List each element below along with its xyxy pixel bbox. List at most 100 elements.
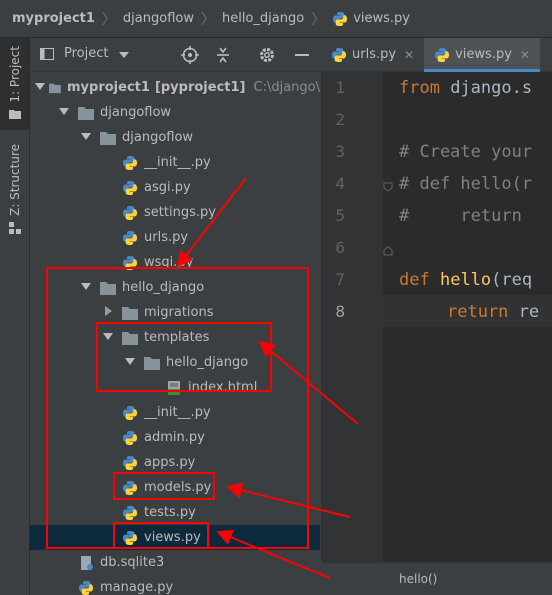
python-file-icon	[123, 155, 137, 170]
code-line: # def hello(r	[399, 174, 533, 194]
locate-file-icon[interactable]	[180, 45, 200, 65]
chevron-right-icon[interactable]	[102, 305, 114, 317]
tree-item[interactable]: admin.py	[30, 425, 320, 450]
tree-item-label: apps.py	[144, 455, 196, 470]
tree-item-label: myproject1	[67, 80, 150, 95]
collapse-all-icon[interactable]	[213, 45, 233, 65]
tree-item[interactable]: models.py	[30, 475, 320, 500]
tree-item[interactable]: apps.py	[30, 450, 320, 475]
python-file-icon	[123, 180, 137, 195]
tree-item[interactable]: tests.py	[30, 500, 320, 525]
python-file-icon	[435, 47, 450, 62]
current-function-label[interactable]: hello()	[399, 572, 437, 586]
tree-item-label: admin.py	[144, 430, 205, 445]
chevron-down-icon[interactable]	[119, 52, 129, 58]
line-number: 6	[335, 238, 345, 257]
line-number: 4	[335, 174, 345, 193]
database-icon	[81, 555, 93, 570]
tree-item[interactable]: djangoflow	[30, 100, 320, 125]
tree-item[interactable]: djangoflow	[30, 125, 320, 150]
tree-item[interactable]: hello_django	[30, 275, 320, 300]
folder-icon	[100, 281, 116, 295]
folder-icon	[122, 331, 138, 345]
python-file-icon	[123, 230, 137, 245]
folder-icon	[122, 306, 138, 320]
hide-panel-icon[interactable]	[292, 45, 312, 65]
tab-label: urls.py	[352, 47, 397, 62]
folder-icon	[49, 83, 62, 93]
python-file-icon	[332, 47, 346, 62]
code-line: from django.s	[399, 78, 533, 98]
editor-tabs: urls.py ✕ views.py ✕	[321, 38, 552, 72]
project-tree[interactable]: myproject1 [pyproject1] C:\django\ djangofl…	[30, 72, 320, 595]
tree-item[interactable]: __init__.py	[30, 400, 320, 425]
code-line: # Create your	[399, 142, 533, 162]
python-file-icon	[123, 480, 137, 495]
chevron-down-icon[interactable]	[102, 330, 114, 342]
chevron-down-icon[interactable]	[124, 355, 136, 367]
tree-item-label: tests.py	[144, 505, 196, 520]
folder-icon	[78, 106, 94, 120]
tree-item[interactable]: __init__.py	[30, 150, 320, 175]
tab-views-py[interactable]: views.py ✕	[424, 38, 540, 72]
tree-item-label: migrations	[144, 305, 214, 320]
breadcrumb-views-py[interactable]: views.py	[353, 11, 410, 26]
chevron-down-icon[interactable]	[80, 280, 92, 292]
tree-item[interactable]: templates	[30, 325, 320, 350]
breadcrumb-status-bar: hello()	[321, 562, 552, 595]
tree-item[interactable]: wsgi.py	[30, 250, 320, 275]
gear-icon[interactable]	[257, 45, 277, 65]
tree-item-label: templates	[144, 330, 210, 345]
project-tool-tab[interactable]: 1: Project	[0, 38, 30, 130]
python-file-icon	[123, 255, 137, 270]
tree-item-label: index.html	[188, 380, 258, 395]
tree-item[interactable]: db.sqlite3	[30, 550, 320, 575]
chevron-down-icon[interactable]	[80, 130, 92, 142]
chevron-down-icon[interactable]	[58, 105, 70, 117]
close-icon[interactable]: ✕	[520, 48, 530, 62]
structure-tool-tab[interactable]: Z: Structure	[0, 138, 30, 238]
breadcrumb-separator-icon: 〉	[200, 11, 215, 28]
tree-item[interactable]: views.py	[30, 525, 320, 550]
tree-item[interactable]: migrations	[30, 300, 320, 325]
tree-item-label: hello_django	[122, 280, 205, 295]
breadcrumb-djangoflow[interactable]: djangoflow	[123, 11, 194, 26]
tab-label: views.py	[455, 47, 512, 62]
tree-item[interactable]: index.html	[30, 375, 320, 400]
code-editor[interactable]: from django.s # Create your # def hello(…	[399, 72, 552, 562]
breadcrumb-separator-icon: 〉	[311, 11, 326, 28]
project-panel: Project myproject1 [pyproject1] C:\django\…	[30, 38, 320, 595]
line-number: 1	[335, 78, 345, 97]
tree-item[interactable]: urls.py	[30, 225, 320, 250]
python-file-icon	[123, 455, 137, 470]
tree-item[interactable]: hello_django	[30, 350, 320, 375]
code-line: return re	[447, 302, 540, 322]
tree-item[interactable]: settings.py	[30, 200, 320, 225]
breadcrumb-hello-django[interactable]: hello_django	[222, 11, 304, 26]
tree-item-label: models.py	[144, 480, 212, 495]
tree-item-label: settings.py	[144, 205, 216, 220]
tool-window-strip: 1: Project Z: Structure	[0, 38, 30, 595]
tree-item[interactable]: myproject1 [pyproject1] C:\django\	[30, 75, 320, 100]
project-panel-header: Project	[30, 38, 320, 72]
tree-item-label: djangoflow	[122, 130, 194, 145]
chevron-down-icon[interactable]	[34, 80, 46, 92]
fold-marker-icon[interactable]	[383, 182, 393, 192]
folder-icon	[100, 131, 116, 145]
fold-marker-icon[interactable]	[383, 246, 393, 256]
tree-item-label: urls.py	[144, 230, 189, 245]
breadcrumb-project[interactable]: myproject1	[12, 11, 95, 26]
tree-item-label: __init__.py	[144, 155, 211, 170]
tree-item-label: manage.py	[100, 580, 174, 595]
tree-item[interactable]: asgi.py	[30, 175, 320, 200]
tree-item[interactable]: manage.py	[30, 575, 320, 595]
python-file-icon	[123, 205, 137, 220]
close-icon[interactable]: ✕	[404, 48, 414, 62]
project-tool-label: 1: Project	[8, 46, 22, 103]
folder-icon	[9, 109, 21, 119]
project-view-selector[interactable]: Project	[64, 46, 108, 61]
tab-urls-py[interactable]: urls.py ✕	[321, 38, 424, 71]
tree-item-label: hello_django	[166, 355, 249, 370]
line-number: 3	[335, 142, 345, 161]
project-path: C:\django\	[253, 80, 321, 95]
